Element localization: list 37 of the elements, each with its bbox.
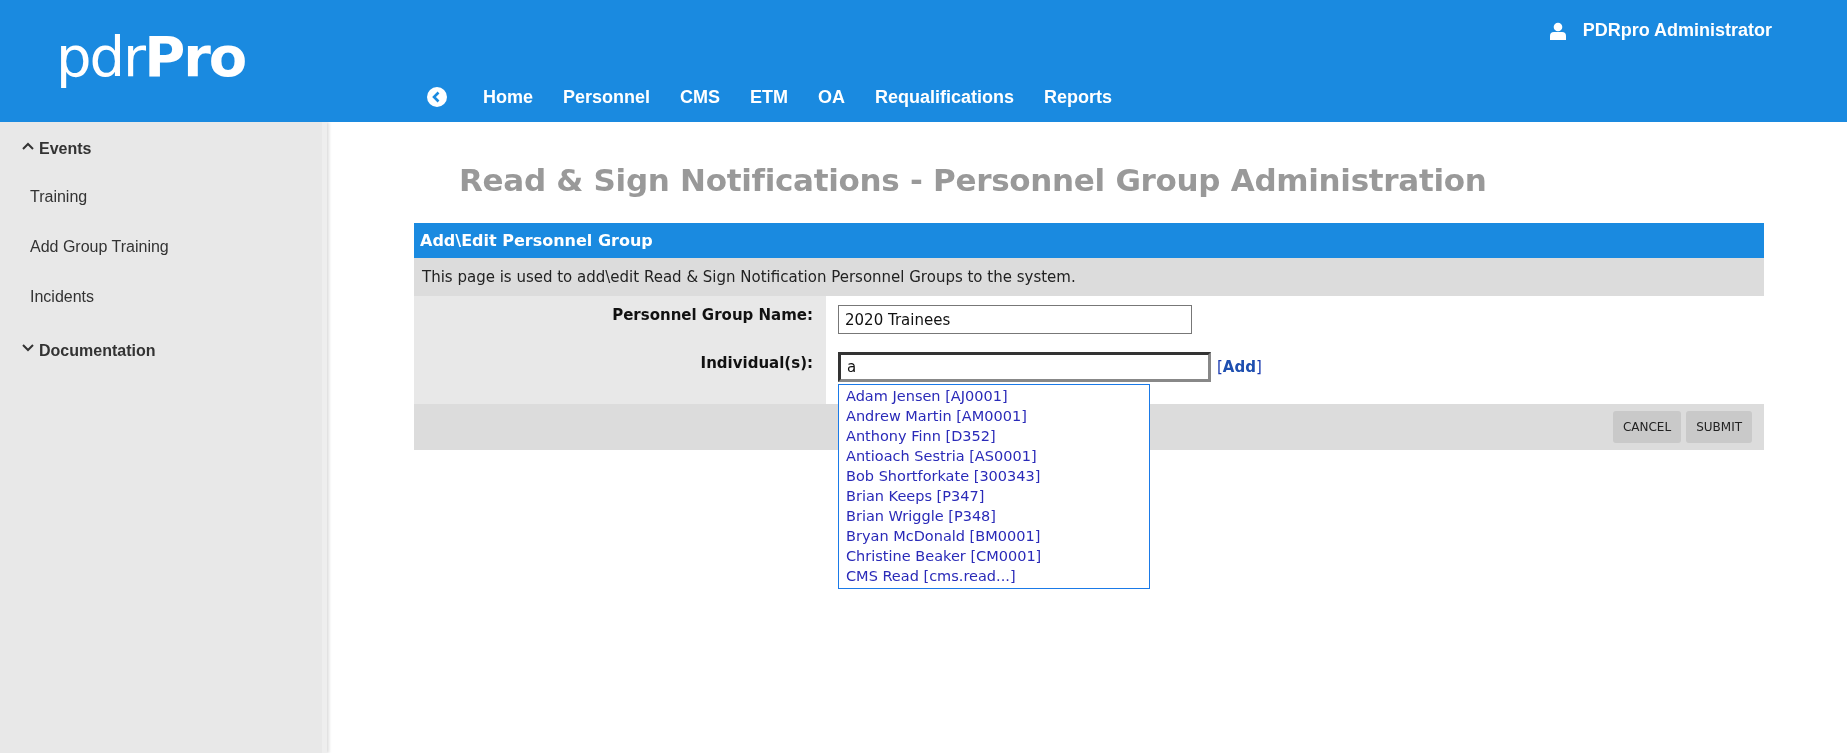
- user-name[interactable]: PDRpro Administrator: [1582, 20, 1772, 41]
- form-button[interactable]: SUBMIT: [1686, 411, 1752, 443]
- panel-description: This page is used to add\edit Read & Sign Notification Personnel Groups to the system.: [414, 258, 1764, 296]
- panel-header: Add\Edit Personnel Group: [414, 223, 1764, 258]
- nav-link[interactable]: Reports: [1044, 86, 1113, 108]
- sidebar-item[interactable]: Training: [30, 188, 322, 210]
- suggestion-item[interactable]: Andrew Martin [AM0001]: [839, 406, 1149, 426]
- nav-link[interactable]: Personnel: [563, 86, 651, 108]
- autocomplete-field[interactable]: a: [838, 352, 1211, 382]
- suggestion-item[interactable]: Bob Shortforkate [300343]: [839, 466, 1149, 486]
- add-link[interactable]: [Add]: [1217, 358, 1262, 376]
- suggestion-item[interactable]: Anthony Finn [D352]: [839, 426, 1149, 446]
- form-button[interactable]: CANCEL: [1612, 411, 1682, 443]
- nav-link[interactable]: CMS: [680, 86, 721, 108]
- nav-link[interactable]: ETM: [750, 86, 789, 108]
- sidebar-section-header[interactable]: Events: [22, 138, 322, 160]
- field-label: Personnel Group Name:: [612, 306, 813, 324]
- nav-link[interactable]: OA: [818, 86, 846, 108]
- suggestion-item[interactable]: Brian Keeps [P347]: [839, 486, 1149, 506]
- sidebar-section-header[interactable]: Documentation: [22, 340, 322, 362]
- sidebar-item[interactable]: Incidents: [30, 288, 322, 310]
- suggestion-item[interactable]: Adam Jensen [AJ0001]: [839, 386, 1149, 406]
- suggestion-item[interactable]: Christine Beaker [CM0001]: [839, 546, 1149, 566]
- field-label: Individual(s):: [700, 354, 813, 372]
- chevron-icon: [22, 142, 34, 150]
- user-icon: [1549, 21, 1566, 40]
- suggestion-item[interactable]: Bryan McDonald [BM0001]: [839, 526, 1149, 546]
- suggestion-item[interactable]: Antioach Sestria [AS0001]: [839, 446, 1149, 466]
- page-title: Read & Sign Notifications - Personnel Group Administration: [459, 161, 1488, 200]
- nav-link[interactable]: Requalifications: [875, 86, 1015, 108]
- logo: pdrPro: [56, 23, 247, 91]
- chevron-icon: [22, 344, 34, 352]
- suggestion-item[interactable]: Brian Wriggle [P348]: [839, 506, 1149, 526]
- nav-link[interactable]: Home: [483, 86, 533, 108]
- suggestion-item[interactable]: CMS Read [cms.read...]: [839, 566, 1149, 586]
- text-field[interactable]: 2020 Trainees: [838, 305, 1192, 334]
- sidebar-item[interactable]: Add Group Training: [30, 238, 322, 260]
